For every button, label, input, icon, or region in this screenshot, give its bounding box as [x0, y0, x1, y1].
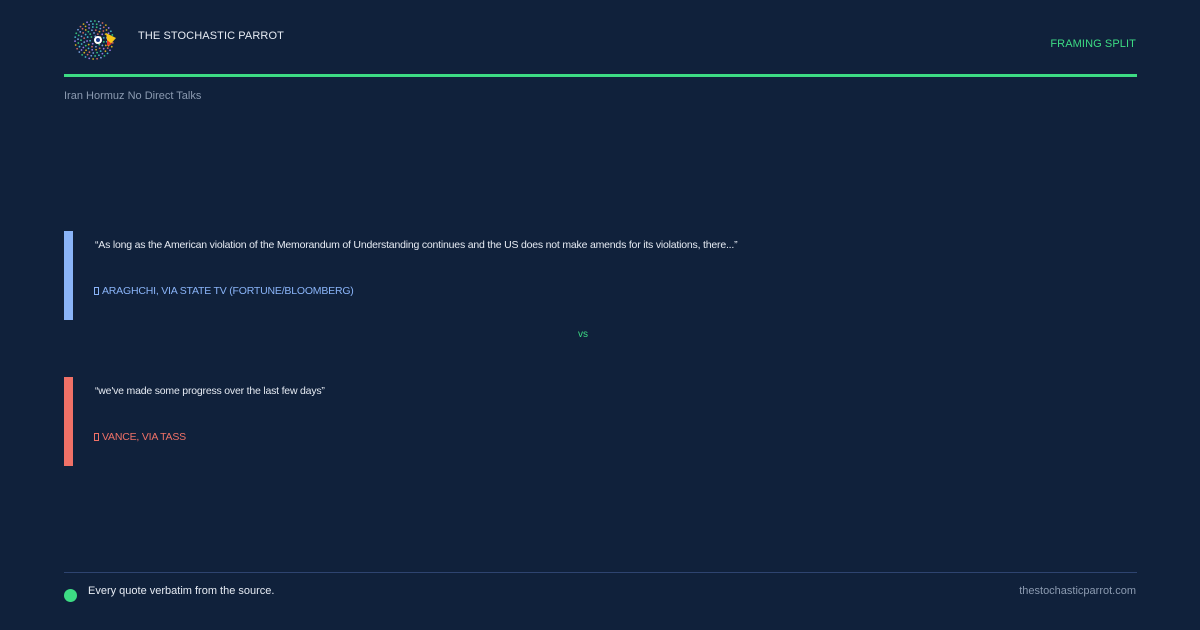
quote-text: “we've made some progress over the last … — [95, 385, 325, 397]
quote-card-araghchi: “As long as the American violation of th… — [64, 231, 1137, 320]
speaker-icon — [94, 287, 99, 295]
quote-text: “As long as the American violation of th… — [95, 239, 738, 251]
brand-name: THE STOCHASTIC PARROT — [138, 30, 284, 42]
quote-attribution: ARAGHCHI, VIA STATE TV (FORTUNE/BLOOMBER… — [94, 285, 354, 297]
vs-divider: vs — [578, 329, 588, 340]
framing-tag: FRAMING SPLIT — [1050, 38, 1136, 50]
attribution-label: ARAGHCHI, VIA STATE TV (FORTUNE/BLOOMBER… — [102, 285, 354, 297]
header-rule — [64, 74, 1137, 77]
quote-accent-bar — [64, 231, 73, 320]
attribution-label: VANCE, VIA TASS — [102, 431, 186, 443]
parrot-logo-icon — [74, 20, 116, 60]
share-card: THE STOCHASTIC PARROT FRAMING SPLIT Iran… — [0, 0, 1200, 630]
story-title: Iran Hormuz No Direct Talks — [64, 90, 202, 102]
site-url[interactable]: thestochasticparrot.com — [1019, 585, 1136, 597]
quote-card-vance: “we've made some progress over the last … — [64, 377, 1137, 466]
quote-attribution: VANCE, VIA TASS — [94, 431, 186, 443]
status-dot-icon — [64, 589, 77, 602]
speaker-icon — [94, 433, 99, 441]
quote-accent-bar — [64, 377, 73, 466]
footer-rule — [64, 572, 1137, 573]
footer-note: Every quote verbatim from the source. — [88, 585, 275, 597]
